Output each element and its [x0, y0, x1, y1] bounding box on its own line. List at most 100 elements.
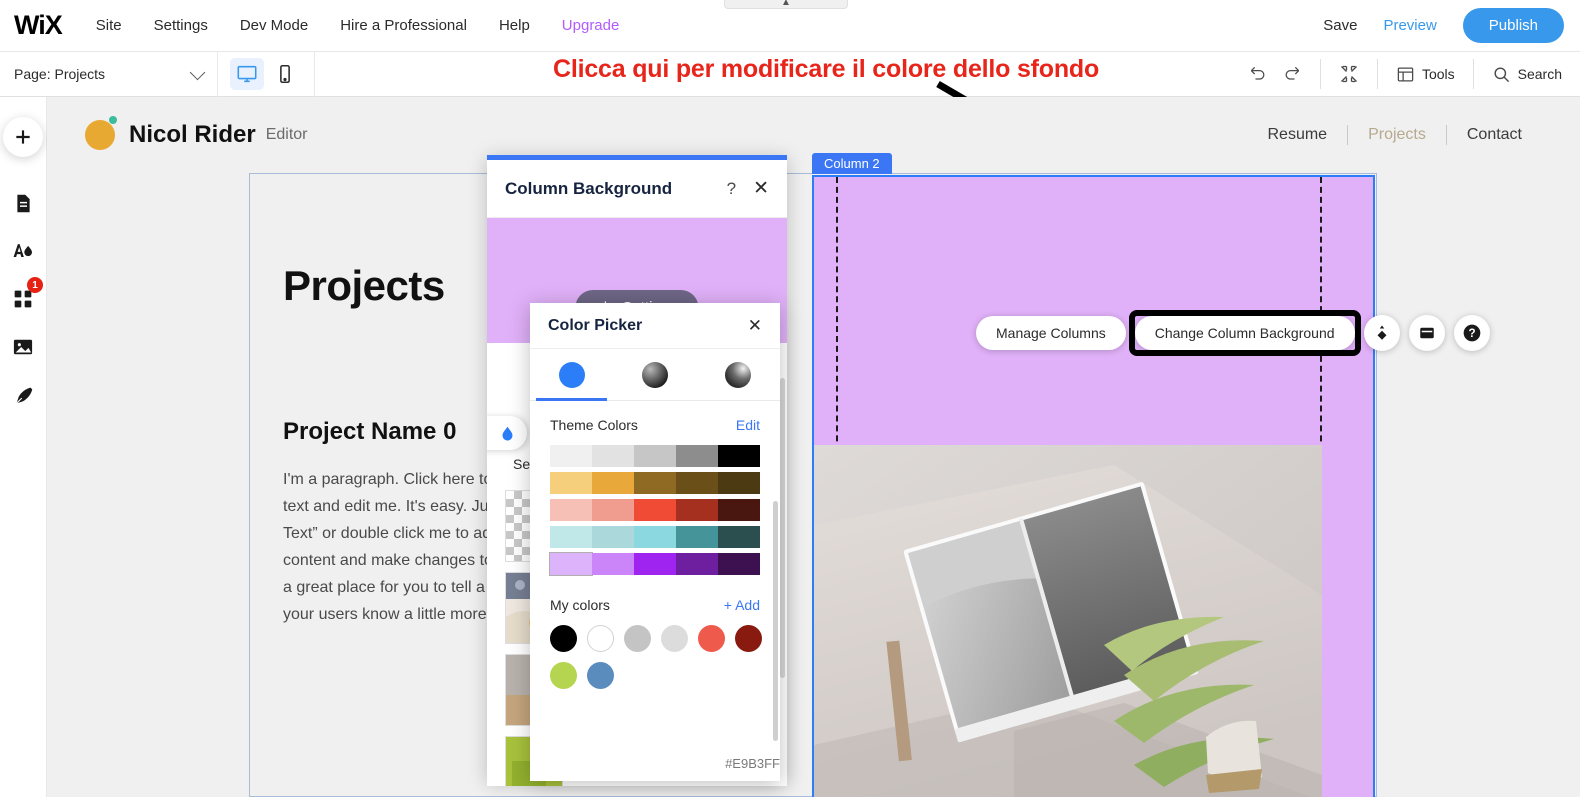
theme-color-swatch[interactable] — [592, 445, 634, 467]
theme-color-swatch[interactable] — [718, 445, 760, 467]
theme-color-swatch[interactable] — [592, 499, 634, 521]
theme-color-swatch[interactable] — [634, 553, 676, 575]
theme-color-swatch[interactable] — [718, 553, 760, 575]
column-photo[interactable] — [814, 445, 1322, 797]
column-background-scrollbar[interactable] — [780, 378, 785, 678]
my-color-swatch[interactable] — [698, 625, 725, 652]
tab-gradient[interactable] — [613, 349, 696, 400]
browser-tab-nub[interactable]: ▲ — [724, 0, 848, 9]
sidebar-item-add[interactable] — [3, 117, 43, 157]
menu-site[interactable]: Site — [96, 17, 122, 34]
theme-color-swatch[interactable] — [718, 499, 760, 521]
project-name-heading[interactable]: Project Name 0 — [283, 418, 456, 446]
sidebar-item-blog[interactable] — [3, 371, 43, 419]
menu-hire-professional[interactable]: Hire a Professional — [340, 17, 467, 34]
my-color-swatch[interactable] — [735, 625, 762, 652]
nav-resume[interactable]: Resume — [1247, 126, 1347, 144]
page-selector[interactable]: Page: Projects — [0, 52, 218, 97]
desktop-view-button[interactable] — [230, 58, 264, 90]
undo-icon[interactable] — [1248, 64, 1268, 84]
nav-projects[interactable]: Projects — [1348, 126, 1446, 144]
wix-logo[interactable]: WiX — [14, 10, 62, 41]
desk-book-photo — [814, 445, 1322, 797]
theme-color-swatch[interactable] — [592, 472, 634, 494]
my-color-swatch[interactable] — [587, 625, 614, 652]
menu-settings[interactable]: Settings — [154, 17, 208, 34]
solid-circle-icon — [559, 362, 585, 388]
theme-color-swatch[interactable] — [634, 499, 676, 521]
chevron-down-icon — [190, 64, 206, 80]
my-color-swatch[interactable] — [587, 662, 614, 689]
tab-pattern[interactable] — [697, 349, 780, 400]
theme-color-swatch[interactable] — [676, 553, 718, 575]
theme-color-swatch[interactable] — [550, 472, 592, 494]
theme-color-swatch[interactable] — [592, 553, 634, 575]
mobile-view-button[interactable] — [268, 58, 302, 90]
sidebar-item-pages[interactable] — [3, 179, 43, 227]
theme-color-swatch[interactable] — [592, 526, 634, 548]
nav-contact[interactable]: Contact — [1447, 126, 1542, 144]
theme-color-swatch[interactable] — [718, 472, 760, 494]
redo-icon[interactable] — [1282, 64, 1302, 84]
theme-colors-edit-link[interactable]: Edit — [736, 417, 760, 433]
layout-button[interactable] — [1409, 315, 1445, 351]
sidebar-item-apps[interactable]: 1 — [3, 275, 43, 323]
publish-button[interactable]: Publish — [1463, 8, 1564, 43]
theme-color-swatch[interactable] — [718, 526, 760, 548]
help-icon: ? — [1462, 323, 1482, 343]
column-tag: Column 2 — [812, 153, 892, 174]
manage-columns-button[interactable]: Manage Columns — [976, 316, 1126, 350]
color-picker-body: Theme Colors Edit My colors + Add #E9B3F… — [530, 401, 780, 781]
image-icon — [12, 337, 34, 357]
theme-color-swatch[interactable] — [550, 526, 592, 548]
sidebar-item-theme[interactable] — [3, 227, 43, 275]
save-button[interactable]: Save — [1323, 17, 1357, 34]
search-group: Search — [1473, 59, 1580, 89]
theme-color-swatch[interactable] — [676, 499, 718, 521]
column-background-actions: ? ✕ — [727, 179, 769, 199]
change-background-highlight: Change Column Background — [1135, 316, 1355, 350]
theme-color-swatch[interactable] — [676, 526, 718, 548]
theme-color-swatch[interactable] — [676, 445, 718, 467]
search-button[interactable]: Search — [1492, 65, 1562, 84]
theme-color-swatch[interactable] — [676, 472, 718, 494]
close-icon[interactable]: ✕ — [748, 317, 762, 334]
my-color-swatch[interactable] — [624, 625, 651, 652]
help-button[interactable]: ? — [1454, 315, 1490, 351]
animation-button[interactable] — [1364, 315, 1400, 351]
menu-upgrade[interactable]: Upgrade — [562, 17, 620, 34]
layout-icon — [1418, 324, 1436, 342]
page-title: Projects — [283, 262, 445, 310]
history-group — [1230, 59, 1320, 89]
question-mark-icon[interactable]: ? — [727, 179, 736, 199]
column-2[interactable]: Column 2 — [812, 175, 1375, 797]
color-droplet-button[interactable] — [487, 416, 527, 450]
sidebar-item-media[interactable] — [3, 323, 43, 371]
theme-color-swatch[interactable] — [550, 445, 592, 467]
theme-color-swatch[interactable] — [634, 526, 676, 548]
preview-button[interactable]: Preview — [1383, 17, 1436, 34]
my-color-swatch[interactable] — [550, 625, 577, 652]
theme-color-swatch[interactable] — [634, 472, 676, 494]
theme-color-swatch[interactable] — [634, 445, 676, 467]
menu-dev-mode[interactable]: Dev Mode — [240, 17, 308, 34]
layout-panel-icon — [1396, 65, 1415, 84]
theme-color-swatch[interactable] — [550, 553, 592, 575]
menu-help[interactable]: Help — [499, 17, 530, 34]
my-colors-swatches — [550, 625, 762, 689]
plus-icon — [13, 127, 33, 147]
tab-solid-color[interactable] — [530, 349, 613, 400]
page-selector-label: Page: Projects — [14, 66, 105, 82]
theme-color-swatch[interactable] — [550, 499, 592, 521]
color-picker-scrollbar[interactable] — [773, 501, 778, 741]
change-column-background-button[interactable]: Change Column Background — [1135, 316, 1355, 350]
my-color-swatch[interactable] — [661, 625, 688, 652]
editor-canvas: Nicol Rider Editor Resume Projects Conta… — [47, 97, 1580, 797]
zoom-out-icon[interactable] — [1339, 64, 1359, 84]
add-color-link[interactable]: + Add — [724, 597, 760, 613]
theme-color-row — [550, 526, 760, 548]
close-icon[interactable]: ✕ — [753, 179, 769, 198]
tools-button[interactable]: Tools — [1396, 65, 1455, 84]
zoom-group — [1320, 59, 1377, 89]
my-color-swatch[interactable] — [550, 662, 577, 689]
